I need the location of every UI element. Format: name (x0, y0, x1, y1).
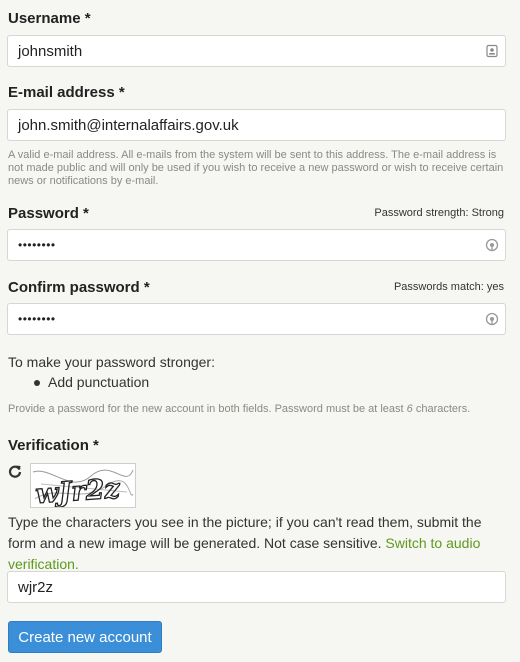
suggestion-text: Add punctuation (48, 374, 150, 390)
verification-input[interactable]: wjr2z (7, 571, 506, 603)
verification-label: Verification * (8, 437, 99, 454)
password-value: •••••••• (18, 238, 56, 252)
password-input[interactable]: •••••••• (7, 229, 506, 261)
password-label: Password * (8, 205, 89, 222)
email-description: A valid e-mail address. All e-mails from… (8, 149, 504, 187)
password-match-value: yes (486, 281, 504, 293)
username-label: Username * (8, 10, 91, 27)
password-suggestion-item: Add punctuation (34, 374, 149, 390)
captcha-noise: wJr2z (32, 469, 134, 511)
username-value: johnsmith (18, 42, 83, 60)
contact-card-icon[interactable] (485, 44, 499, 58)
confirm-password-value: •••••••• (18, 312, 56, 326)
password-match: Passwords match: yes (394, 281, 504, 293)
confirm-password-input[interactable]: •••••••• (7, 303, 506, 335)
password-manager-icon[interactable] (485, 238, 499, 252)
password-manager-icon[interactable] (485, 312, 499, 326)
captcha-image: wJr2z (30, 463, 136, 511)
email-input[interactable]: john.smith@internalaffairs.gov.uk (7, 109, 506, 141)
registration-form: Username * johnsmith E-mail address * jo… (0, 0, 520, 662)
password-match-label: Passwords match: (393, 281, 484, 293)
email-label: E-mail address * (8, 84, 125, 101)
password-strength-value: Strong (471, 207, 504, 219)
password-help-text: Provide a password for the new account i… (8, 403, 407, 415)
password-help-suffix: characters. (412, 403, 471, 415)
password-strength: Password strength: Strong (374, 207, 504, 219)
email-value: john.smith@internalaffairs.gov.uk (18, 116, 239, 134)
password-suggestions-title: To make your password stronger: (8, 354, 215, 370)
create-account-button[interactable]: Create new account (8, 621, 162, 653)
bullet-icon (34, 380, 40, 387)
password-help: Provide a password for the new account i… (8, 403, 513, 416)
refresh-icon[interactable] (8, 464, 22, 478)
captcha-text: wJr2z (34, 473, 121, 507)
password-strength-label: Password strength: (374, 207, 469, 219)
confirm-password-label: Confirm password * (8, 279, 150, 296)
verification-value: wjr2z (18, 578, 54, 596)
verification-instructions: Type the characters you see in the pictu… (8, 512, 513, 575)
username-input[interactable]: johnsmith (7, 35, 506, 67)
